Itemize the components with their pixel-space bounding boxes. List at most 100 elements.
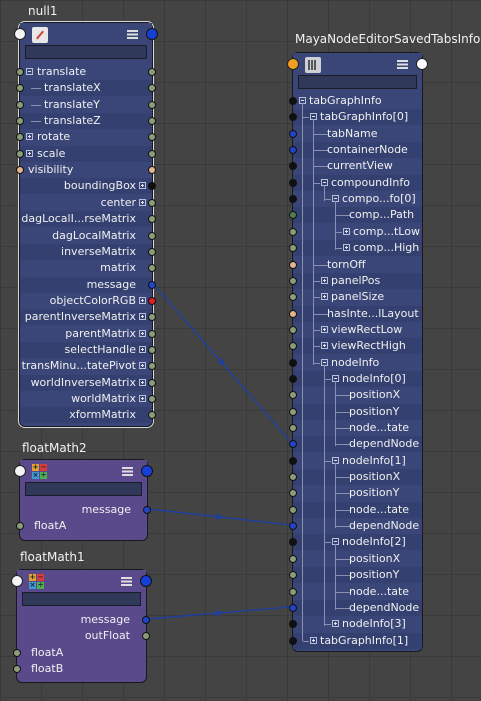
attribute-row-rotate[interactable]: rotate — [16, 129, 156, 145]
input-port[interactable] — [289, 162, 297, 171]
header-input-port[interactable] — [11, 575, 23, 587]
collapse-icon[interactable] — [26, 68, 33, 75]
attribute-row-positionx[interactable]: positionX — [289, 551, 422, 567]
input-port[interactable] — [289, 636, 297, 645]
attribute-row-tabgraphinfo[interactable]: tabGraphInfo — [289, 93, 422, 109]
output-port[interactable] — [148, 395, 156, 403]
node-menu-icon[interactable] — [121, 577, 132, 586]
input-port[interactable] — [289, 554, 297, 563]
input-port[interactable] — [289, 456, 297, 465]
attribute-row-dependnode[interactable]: dependNode — [289, 518, 422, 534]
expand-icon[interactable] — [139, 182, 146, 190]
attribute-row-matrix[interactable]: matrix — [20, 260, 156, 276]
expand-icon[interactable] — [139, 345, 146, 353]
attribute-row-outfloat[interactable]: outFloat — [17, 628, 150, 644]
output-port[interactable] — [148, 362, 156, 371]
output-port[interactable] — [148, 84, 156, 93]
expand-icon[interactable] — [139, 362, 146, 370]
input-port[interactable] — [289, 440, 297, 449]
expand-icon[interactable] — [321, 342, 328, 350]
expand-icon[interactable] — [139, 198, 146, 206]
attribute-row-positiony[interactable]: positionY — [289, 567, 422, 584]
node-menu-icon[interactable] — [122, 467, 133, 476]
input-port[interactable] — [289, 489, 297, 498]
input-port[interactable] — [289, 538, 297, 547]
expand-icon[interactable] — [139, 378, 146, 386]
header-input-port[interactable] — [287, 58, 299, 70]
input-port[interactable] — [13, 648, 21, 657]
connection-wire[interactable] — [146, 606, 293, 620]
output-port[interactable] — [148, 231, 156, 240]
expand-icon[interactable] — [26, 133, 33, 141]
input-port[interactable] — [289, 424, 297, 432]
header-output-port[interactable] — [146, 28, 158, 40]
attribute-row-translate[interactable]: translate — [16, 64, 156, 80]
input-port[interactable] — [16, 100, 24, 109]
output-port[interactable] — [148, 378, 156, 387]
input-port[interactable] — [16, 133, 24, 142]
input-port[interactable] — [16, 84, 24, 93]
attribute-row-nodeinfo-1[interactable]: nodeInfo[1] — [289, 453, 422, 469]
output-port[interactable] — [148, 215, 156, 224]
output-port[interactable] — [148, 117, 156, 126]
attribute-row-node-tate[interactable]: node...tate — [289, 584, 422, 600]
input-port[interactable] — [16, 149, 24, 158]
input-port[interactable] — [13, 665, 21, 674]
input-port[interactable] — [289, 293, 297, 302]
input-port[interactable] — [16, 117, 24, 126]
input-port[interactable] — [289, 244, 297, 253]
attribute-row-node-tate[interactable]: node...tate — [289, 420, 422, 436]
attribute-row-parentinversematrix[interactable]: parentInverseMatrix — [20, 309, 156, 326]
output-port[interactable] — [148, 198, 156, 207]
expand-icon[interactable] — [321, 276, 328, 284]
expand-icon[interactable] — [26, 149, 33, 157]
attribute-row-selecthandle[interactable]: selectHandle — [20, 341, 156, 358]
input-port[interactable] — [16, 68, 24, 76]
expand-icon[interactable] — [310, 636, 317, 644]
input-port[interactable] — [289, 178, 297, 187]
input-port[interactable] — [16, 522, 24, 531]
expand-icon[interactable] — [343, 227, 350, 235]
output-port[interactable] — [148, 329, 156, 338]
node-tabs[interactable]: tabGraphInfo tabGraphInfo[0] tabName contai… — [287, 52, 428, 652]
attribute-row-center[interactable]: center — [20, 195, 156, 211]
input-port[interactable] — [289, 374, 297, 383]
output-port[interactable] — [148, 133, 156, 142]
attribute-row-visibility[interactable]: visibility — [16, 162, 156, 178]
output-port[interactable] — [148, 100, 156, 109]
input-port[interactable] — [289, 342, 297, 351]
output-port[interactable] — [148, 264, 156, 273]
input-port[interactable] — [289, 522, 297, 531]
attribute-row-positiony[interactable]: positionY — [289, 485, 422, 501]
input-port[interactable] — [289, 97, 297, 105]
expand-icon[interactable] — [139, 296, 146, 304]
attribute-row-positionx[interactable]: positionX — [289, 387, 422, 403]
attribute-row-translatez[interactable]: translateZ — [16, 113, 156, 130]
attribute-row-floata[interactable]: floatA — [16, 518, 147, 534]
input-port[interactable] — [289, 129, 297, 138]
attribute-row-worldmatrix[interactable]: worldMatrix — [20, 391, 156, 407]
attribute-row-boundingbox[interactable]: boundingBox — [20, 178, 156, 195]
input-port[interactable] — [289, 620, 297, 629]
attribute-row-dependnode[interactable]: dependNode — [289, 436, 422, 453]
expand-icon[interactable] — [139, 395, 146, 402]
input-port[interactable] — [289, 211, 297, 220]
header-output-port[interactable] — [140, 575, 152, 587]
output-port[interactable] — [142, 632, 150, 641]
attribute-row-floatb[interactable]: floatB — [13, 661, 146, 677]
input-port[interactable] — [16, 166, 24, 175]
input-port[interactable] — [289, 407, 297, 416]
attribute-row-scale[interactable]: scale — [16, 145, 156, 162]
header-output-port[interactable] — [416, 58, 428, 70]
expand-icon[interactable] — [321, 325, 328, 333]
input-port[interactable] — [289, 325, 297, 334]
node-search-field[interactable] — [298, 75, 417, 89]
input-port[interactable] — [289, 227, 297, 236]
node-menu-icon[interactable] — [127, 30, 138, 39]
input-port[interactable] — [289, 358, 297, 367]
attribute-row-dependnode[interactable]: dependNode — [289, 599, 422, 616]
node-search-field[interactable] — [22, 592, 141, 606]
output-port[interactable] — [148, 345, 156, 354]
expand-icon[interactable] — [139, 313, 146, 321]
attribute-row-parentmatrix[interactable]: parentMatrix — [20, 326, 156, 342]
